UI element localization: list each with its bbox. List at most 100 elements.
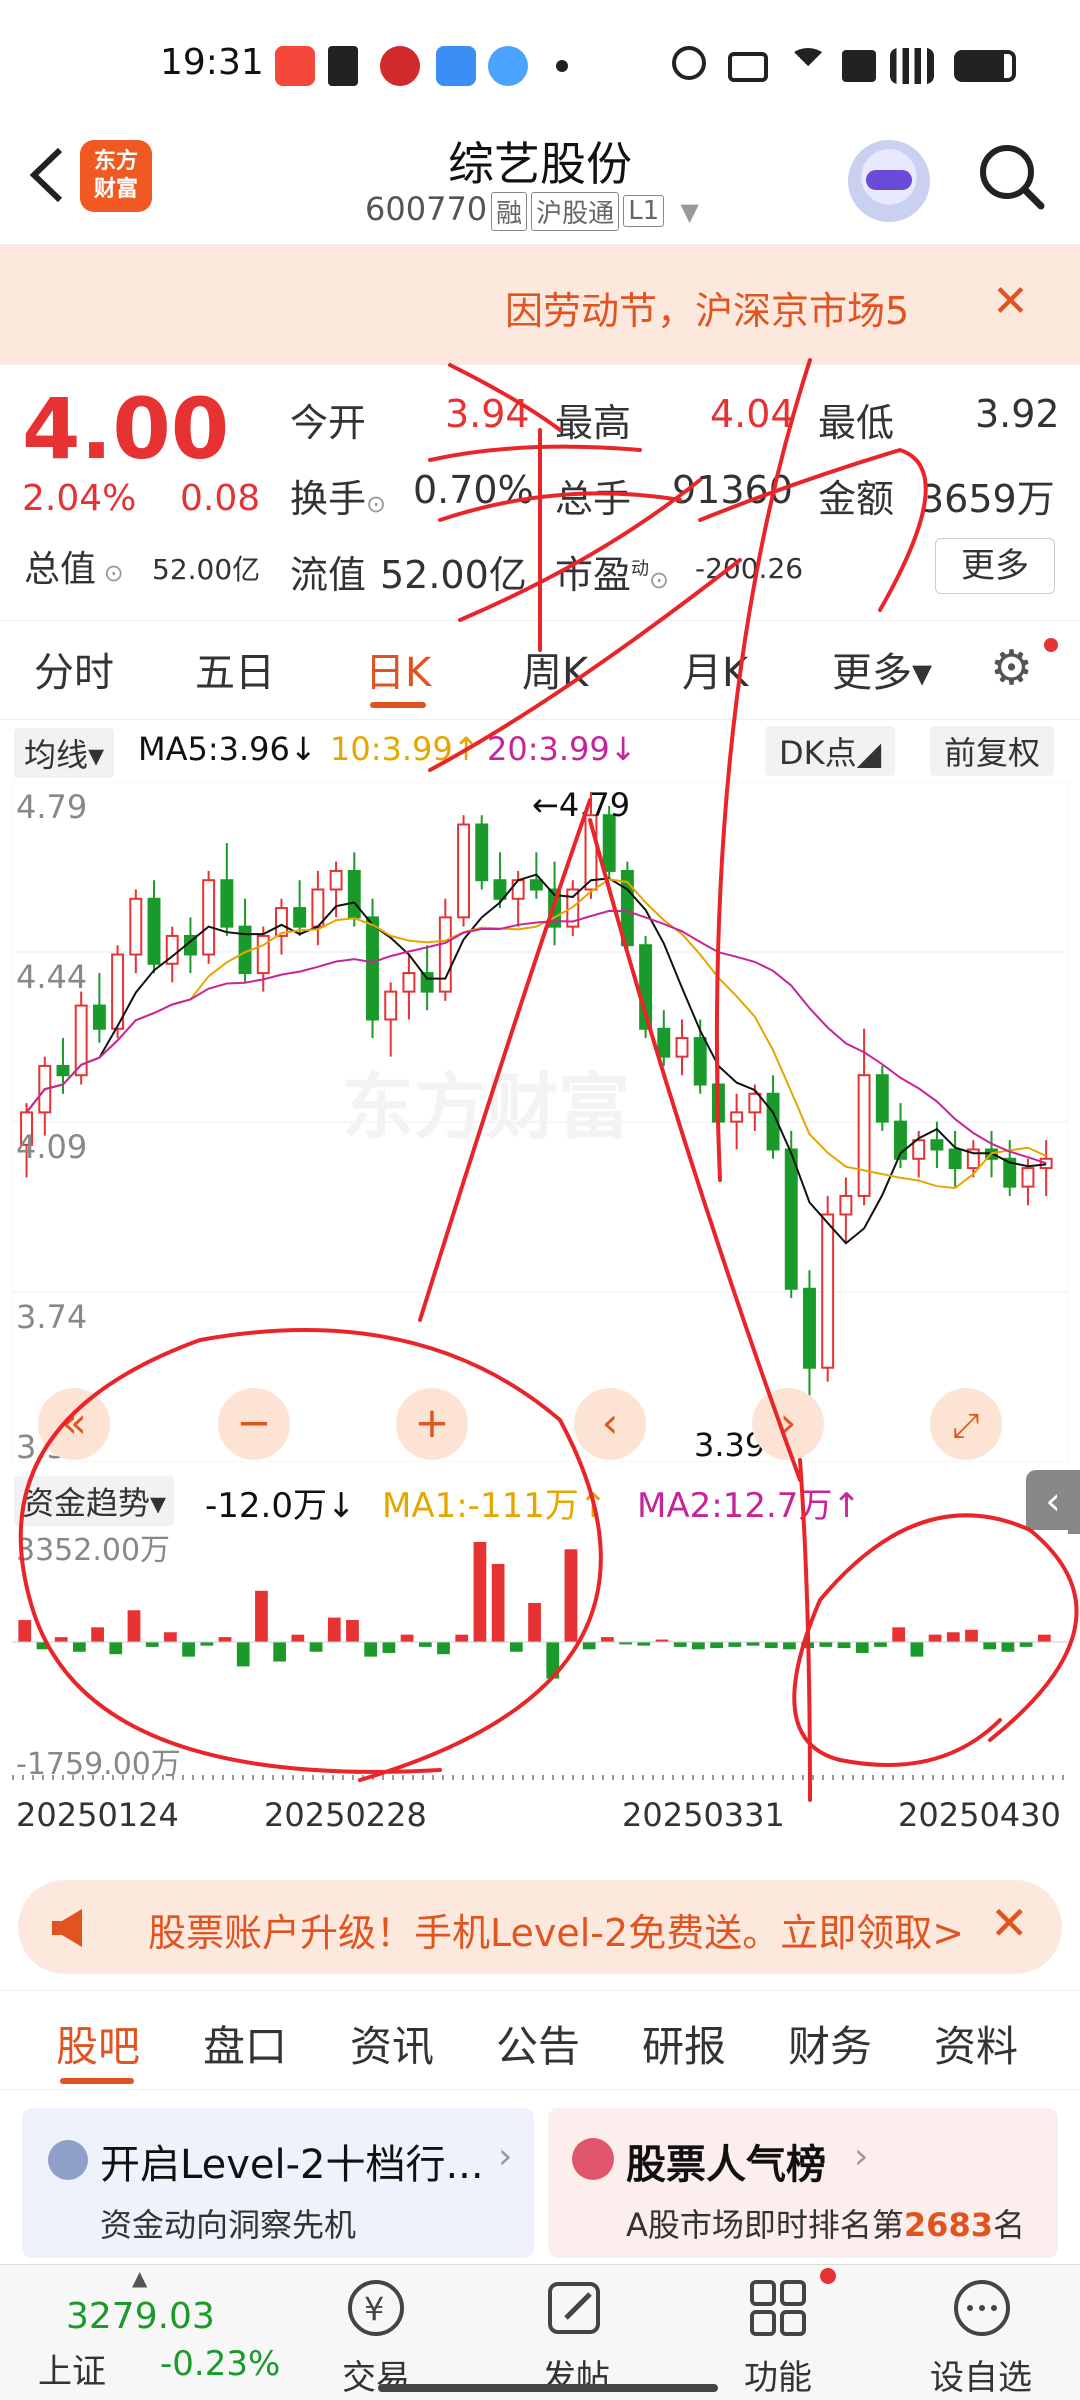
scroll-left-button[interactable]: ‹ [574,1388,646,1460]
signal-4g-icon [890,48,934,84]
candle [584,814,598,891]
tab-research[interactable]: 研报 [642,2013,726,2074]
date-label-2: 20250228 [264,1796,427,1834]
kline-chart[interactable]: 东方财富 4.79 4.44 4.09 3.74 3.39 ←4.79 3.39… [12,782,1068,1462]
index-value[interactable]: 3279.03 [66,2296,215,2337]
level-tag: L1 [623,195,665,227]
more-quote-button[interactable]: 更多 [935,538,1055,594]
candle [220,879,234,928]
tab-profile[interactable]: 资料 [934,2013,1018,2074]
active-tab-indicator [370,702,426,708]
assistant-robot-icon[interactable] [848,140,930,222]
candle [784,1148,798,1290]
candle [693,1037,707,1086]
tab-monthly-k[interactable]: 月K [682,640,748,698]
fund-flow-bar [400,1634,414,1642]
fund-flow-value: -12.0万↓ [205,1486,356,1526]
promo-close-button[interactable]: ✕ [990,1896,1029,1950]
turnover-label: 换手⊙ [290,477,387,521]
volume-value: 91360 [672,468,793,512]
tab-news[interactable]: 资讯 [350,2013,434,2074]
candle [748,1092,762,1114]
tab-weekly-k[interactable]: 周K [522,640,588,698]
ranking-icon [572,2138,614,2180]
y-label-2: 4.44 [16,958,87,996]
scroll-left-fast-button[interactable]: « [38,1388,110,1460]
index-change: -0.23% [160,2344,281,2384]
zoom-in-button[interactable]: + [396,1388,468,1460]
fund-flow-ma1: MA1:-111万↑ [382,1486,608,1526]
level2-subtitle: 资金动向洞察先机 [100,2206,357,2244]
total-value: 52.00亿 [152,553,261,586]
add-watchlist-icon[interactable] [950,2276,1014,2340]
notice-text[interactable]: 因劳动节，沪深京市场5 [505,280,955,335]
tab-order-book[interactable]: 盘口 [203,2013,287,2074]
mute-icon [728,52,768,82]
cloud-app-icon [488,46,528,86]
tab-intraday[interactable]: 分时 [34,640,114,698]
home-indicator[interactable] [378,2384,718,2392]
fund-flow-bar [255,1590,268,1642]
fund-flow-chart[interactable]: 3352.00万 -1759.00万 [12,1530,1068,1780]
candle [56,1064,70,1077]
trade-icon[interactable]: ¥ [344,2276,408,2340]
popularity-card[interactable]: 股票人气榜 › A股市场即时排名第2683名 [548,2108,1058,2258]
search-icon [980,145,1045,210]
fund-flow-bar [145,1642,159,1647]
float-label: 流值 [290,553,367,597]
nav-features[interactable]: 功能 [744,2350,812,2399]
tab-daily-k[interactable]: 日K [365,640,431,698]
fund-flow-bar [455,1634,469,1642]
info-icon[interactable]: ⊙ [96,559,124,587]
fund-flow-select[interactable]: 资金趋势▾ [14,1476,175,1526]
popularity-rank: 2683 [903,2206,993,2244]
notification-dot [820,2268,836,2284]
tab-finance[interactable]: 财务 [788,2013,872,2074]
stock-code-row[interactable]: 600770 融沪股通 L1 ▼ [365,190,699,231]
ma10-value: 10:3.99↑ [330,730,480,768]
indicator-select[interactable]: 均线▾ [14,728,115,778]
candle [912,1139,926,1160]
fund-flow-bar [72,1642,86,1652]
tab-forum[interactable]: 股吧 [56,2013,140,2074]
dk-point-button[interactable]: DK点◢ [765,726,896,776]
tab-announcements[interactable]: 公告 [496,2013,580,2074]
chart-settings-button[interactable]: ⚙ [990,640,1033,696]
side-panel-toggle[interactable]: ‹ [1026,1470,1080,1534]
fund-flow-bar [1001,1642,1015,1652]
svg-text:¥: ¥ [364,2290,384,2328]
fullscreen-button[interactable]: ⤢ [930,1388,1002,1460]
fund-flow-bar [928,1634,942,1642]
candle [529,879,543,891]
info-icon[interactable]: ⊙ [649,566,669,594]
zoom-out-button[interactable]: − [218,1388,290,1460]
fund-flow-bar [364,1642,378,1657]
level2-card[interactable]: 开启Level-2十档行... › 资金动向洞察先机 [22,2108,534,2258]
fund-flow-bar [673,1642,687,1647]
dropdown-triangle-icon: ▼ [680,198,699,226]
fund-flow-bar [710,1642,723,1649]
fund-flow-bar [801,1642,815,1649]
search-button[interactable] [975,140,1047,212]
promo-text[interactable]: 股票账户升级！手机Level-2免费送。立即领取> [148,1902,964,1957]
tab-five-day[interactable]: 五日 [195,640,275,698]
index-name[interactable]: 上证 [38,2344,106,2393]
candle [730,1111,744,1123]
date-label-4: 20250430 [898,1796,1061,1834]
fund-flow-ma2: MA2:12.7万↑ [637,1486,861,1526]
post-icon[interactable] [544,2276,608,2340]
features-icon[interactable] [746,2276,810,2340]
candle [657,1027,671,1058]
volume-label: 总手 [555,477,632,521]
battery-icon [954,50,1016,82]
fund-flow-bar [564,1549,578,1642]
notice-close-button[interactable]: ✕ [992,276,1029,327]
fund-flow-bar [855,1642,869,1653]
dot-icon [556,60,568,72]
info-icon[interactable]: ⊙ [366,490,386,518]
fund-flow-bar [983,1642,997,1650]
tab-more[interactable]: 更多▾ [832,640,932,698]
nav-add-watchlist[interactable]: 设自选 [930,2350,1032,2399]
scroll-right-button[interactable]: › [752,1388,824,1460]
price-adjust-button[interactable]: 前复权 [930,726,1055,776]
